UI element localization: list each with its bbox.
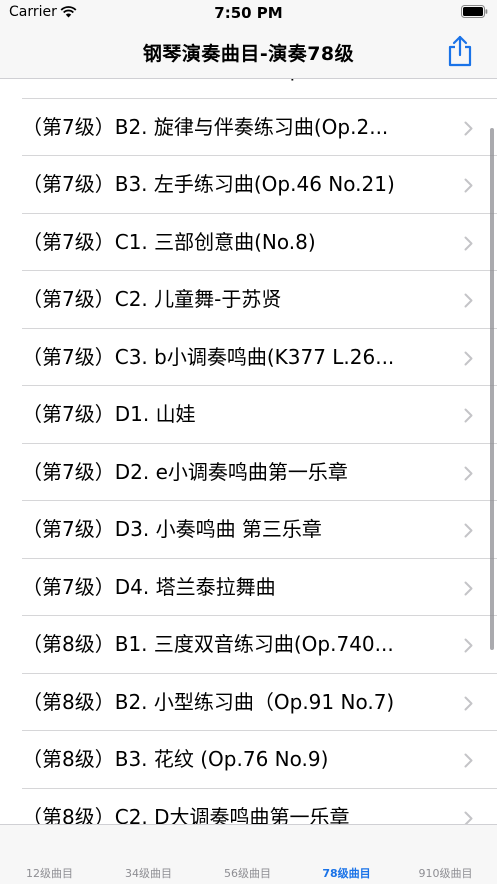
list-item[interactable]: （第8级）B2. 小型练习曲（Op.91 No.7) xyxy=(0,673,497,731)
chevron-right-icon xyxy=(464,293,473,308)
chevron-right-icon xyxy=(464,351,473,365)
list-item-label: （第8级）B2. 小型练习曲（Op.91 No.7) xyxy=(22,689,395,714)
scrollbar[interactable] xyxy=(490,128,494,650)
chevron-right-icon xyxy=(464,638,473,653)
status-bar: Carrier 7:50 PM xyxy=(0,0,497,26)
list-item-label: （第7级）C2. 儿童舞-于苏贤 xyxy=(22,287,282,311)
list-item[interactable]: （第7级）B3. 左手练习曲(Op.46 No.21) xyxy=(0,156,497,214)
tab-label: 34级曲目 xyxy=(125,867,172,880)
list-item[interactable]: （第7级）B2. 旋律与伴奏练习曲(Op.2... xyxy=(0,98,497,156)
list-item-label: （第7级）C1. 三部创意曲(No.8) xyxy=(22,229,316,254)
list-item-label: （第7级）D3. 小奏鸣曲 第三乐章 xyxy=(22,517,322,541)
list-item-label: （第7级）B1. 旋律练习曲（Op. xyxy=(22,79,450,98)
chevron-right-icon xyxy=(464,121,473,135)
navigation-bar: 钢琴演奏曲目-演奏78级 xyxy=(0,26,497,79)
list-item-label: （第8级）B3. 花纹 (Op.76 No.9) xyxy=(22,747,329,771)
list-item[interactable]: （第7级）D2. e小调奏鸣曲第一乐章 xyxy=(0,443,497,501)
list-item[interactable]: （第7级）C3. b小调奏鸣曲(K377 L.26... xyxy=(0,328,497,386)
list-item[interactable]: （第7级）B1. 旋律练习曲（Op. xyxy=(0,79,497,99)
list-item-label: （第7级）D4. 塔兰泰拉舞曲 xyxy=(22,574,276,599)
tab-56-pieces[interactable]: 56级曲目 xyxy=(198,865,297,881)
tab-label: 78级曲目 xyxy=(322,867,371,880)
list-item[interactable]: （第7级）D1. 山娃 xyxy=(0,386,497,444)
list-item[interactable]: （第8级）C2. D大调奏鸣曲第一乐章 xyxy=(0,788,497,825)
tab-label: 56级曲目 xyxy=(224,867,271,880)
list-item[interactable]: （第7级）C2. 儿童舞-于苏贤 xyxy=(0,271,497,329)
list-item-label: （第7级）B2. 旋律与伴奏练习曲(Op.2... xyxy=(22,114,389,139)
chevron-right-icon xyxy=(464,581,473,595)
list-item-label: （第7级）D1. 山娃 xyxy=(22,402,196,426)
tab-label: 910级曲目 xyxy=(418,867,473,880)
list-item-label: （第7级）D2. e小调奏鸣曲第一乐章 xyxy=(22,459,348,484)
tab-78-pieces[interactable]: 78级曲目 xyxy=(297,865,396,881)
tab-34-pieces[interactable]: 34级曲目 xyxy=(99,865,198,881)
list-item[interactable]: （第7级）D4. 塔兰泰拉舞曲 xyxy=(0,558,497,616)
tab-910-pieces[interactable]: 910级曲目 xyxy=(396,865,495,881)
chevron-right-icon xyxy=(464,811,473,824)
list-item-label: （第7级）C3. b小调奏鸣曲(K377 L.26... xyxy=(22,344,395,369)
piece-list[interactable]: （第7级）B1. 旋律练习曲（Op. （第7级）B2. 旋律与伴奏练习曲(Op.… xyxy=(0,79,497,824)
page-title: 钢琴演奏曲目-演奏78级 xyxy=(142,43,355,65)
chevron-right-icon xyxy=(464,236,473,250)
tab-label: 12级曲目 xyxy=(26,867,73,880)
chevron-right-icon xyxy=(464,178,473,193)
share-button[interactable] xyxy=(445,34,475,68)
chevron-right-icon xyxy=(464,753,473,768)
chevron-right-icon xyxy=(464,408,473,423)
list-item[interactable]: （第8级）B3. 花纹 (Op.76 No.9) xyxy=(0,731,497,789)
list-item-label: （第7级）B3. 左手练习曲(Op.46 No.21) xyxy=(22,172,395,196)
status-time: 7:50 PM xyxy=(214,4,283,22)
list-item[interactable]: （第7级）C1. 三部创意曲(No.8) xyxy=(0,213,497,271)
tab-12-pieces[interactable]: 12级曲目 xyxy=(0,865,99,881)
list-item[interactable]: （第7级）D3. 小奏鸣曲 第三乐章 xyxy=(0,501,497,559)
chevron-right-icon xyxy=(464,523,473,538)
chevron-right-icon xyxy=(464,696,473,710)
battery-icon xyxy=(461,5,488,18)
tab-bar: 12级曲目 34级曲目 56级曲目 78级曲目 910级曲目 xyxy=(0,824,497,884)
list-item-label: （第8级）C2. D大调奏鸣曲第一乐章 xyxy=(22,804,350,825)
list-item[interactable]: （第8级）B1. 三度双音练习曲(Op.740... xyxy=(0,616,497,674)
chevron-right-icon xyxy=(464,466,473,480)
list-item-label: （第8级）B1. 三度双音练习曲(Op.740... xyxy=(22,632,394,656)
